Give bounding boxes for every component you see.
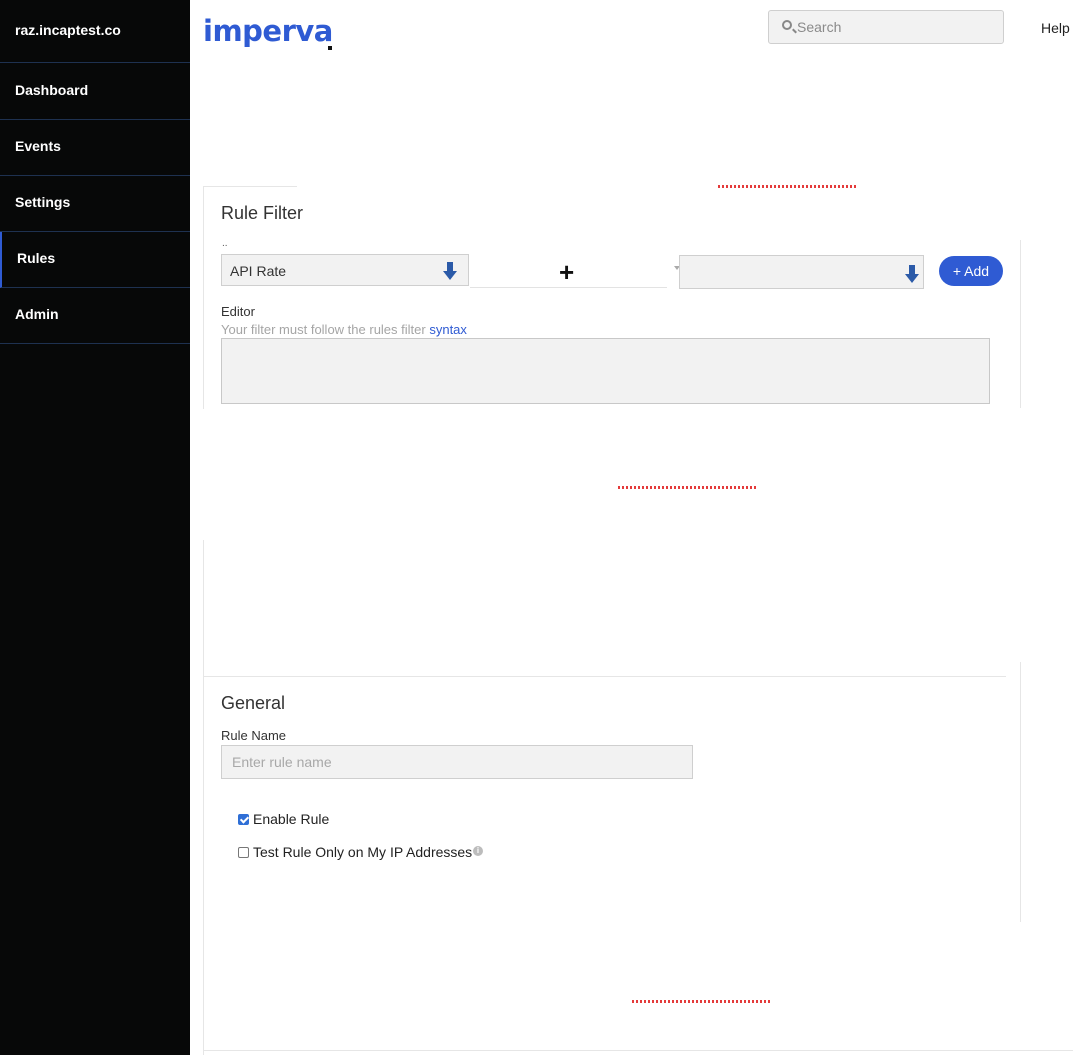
spellcheck-mark bbox=[632, 1000, 772, 1003]
spellcheck-mark bbox=[718, 185, 858, 188]
spellcheck-mark bbox=[618, 486, 758, 489]
sidebar-item-label: Settings bbox=[15, 194, 71, 210]
card-border bbox=[203, 540, 204, 1055]
rule-filter-title: Rule Filter bbox=[221, 203, 304, 223]
sidebar-item-events[interactable]: Events bbox=[0, 120, 190, 176]
enable-rule-checkbox[interactable] bbox=[238, 814, 249, 825]
filter-editor[interactable] bbox=[221, 338, 990, 404]
card-border bbox=[1020, 240, 1021, 408]
sidebar-item-label: Rules bbox=[17, 250, 56, 266]
editor-label: Editor bbox=[221, 304, 255, 319]
test-rule-checkbox[interactable] bbox=[238, 847, 249, 858]
attribute-select[interactable]: API Rate bbox=[221, 254, 469, 286]
search-input[interactable] bbox=[797, 17, 997, 37]
sidebar-item-label: Events bbox=[15, 138, 61, 154]
arrow-down-icon bbox=[443, 262, 457, 280]
attribute-value: API Rate bbox=[230, 263, 287, 279]
card-border bbox=[203, 1050, 1073, 1051]
filter-small-label: .. bbox=[222, 238, 228, 249]
editor-hint: Your filter must follow the rules filter… bbox=[221, 322, 467, 337]
editor-hint-text: Your filter must follow the rules filter bbox=[221, 322, 426, 337]
sidebar-item-settings[interactable]: Settings bbox=[0, 176, 190, 232]
search-icon bbox=[782, 20, 792, 30]
sidebar-item-admin[interactable]: Admin bbox=[0, 288, 190, 344]
imperva-logo[interactable]: imperva bbox=[203, 14, 333, 50]
logo-dot bbox=[327, 46, 332, 50]
test-rule-label[interactable]: Test Rule Only on My IP Addresses bbox=[253, 844, 472, 860]
search-box[interactable] bbox=[768, 10, 1004, 44]
section-divider bbox=[203, 676, 1006, 677]
account-label: raz.incaptest.co bbox=[15, 22, 121, 38]
help-link[interactable]: Help bbox=[1041, 20, 1070, 36]
plus-icon: + bbox=[559, 257, 575, 287]
general-title: General bbox=[221, 693, 286, 713]
rule-name-input[interactable] bbox=[221, 745, 693, 779]
sidebar-item-dashboard[interactable]: Dashboard bbox=[0, 64, 190, 120]
rule-name-label: Rule Name bbox=[221, 728, 287, 743]
enable-rule-label[interactable]: Enable Rule bbox=[253, 811, 329, 827]
arrow-down-icon bbox=[905, 265, 919, 283]
sidebar-item-label: Admin bbox=[15, 306, 59, 322]
card-border bbox=[1020, 662, 1021, 922]
add-filter-button[interactable]: + Add bbox=[939, 256, 1003, 286]
sidebar: raz.incaptest.co Dashboard Events Settin… bbox=[0, 0, 190, 1055]
value-select[interactable] bbox=[679, 255, 924, 289]
sidebar-item-label: Dashboard bbox=[15, 82, 89, 98]
account-name[interactable]: raz.incaptest.co bbox=[0, 0, 190, 63]
sidebar-item-rules[interactable]: Rules bbox=[0, 232, 190, 288]
syntax-link[interactable]: syntax bbox=[429, 322, 467, 337]
operator-select[interactable]: + bbox=[470, 254, 667, 288]
card-border bbox=[203, 186, 204, 409]
card-border bbox=[203, 186, 297, 187]
logo-text: imperva bbox=[203, 14, 333, 48]
info-icon[interactable]: i bbox=[473, 846, 483, 856]
